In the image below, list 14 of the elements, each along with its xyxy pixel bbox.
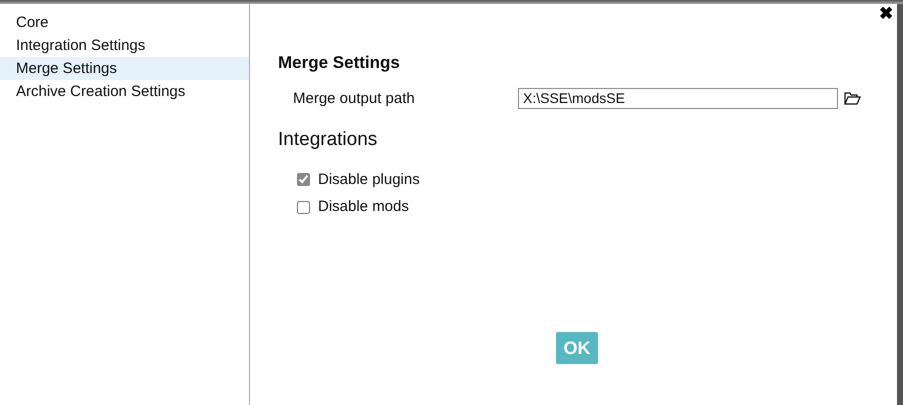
sidebar-item[interactable]: Integration Settings [0,34,249,57]
folder-icon[interactable] [844,92,861,106]
option-label: Disable mods [318,197,409,217]
sidebar-item[interactable]: Merge Settings [0,57,249,80]
checkbox[interactable] [297,200,310,214]
section-heading: Merge Settings [278,52,400,74]
sidebar-item[interactable]: Core [0,11,249,34]
path-field[interactable]: X:\SSE\modsSE [518,88,838,110]
option-label: Disable plugins [318,170,420,190]
close-button[interactable]: ✖ [879,5,893,22]
section-heading: Integrations [278,128,378,152]
sidebar-item[interactable]: Archive Creation Settings [0,80,249,103]
checkbox[interactable] [297,173,310,186]
field-label: Merge output path [293,88,416,108]
